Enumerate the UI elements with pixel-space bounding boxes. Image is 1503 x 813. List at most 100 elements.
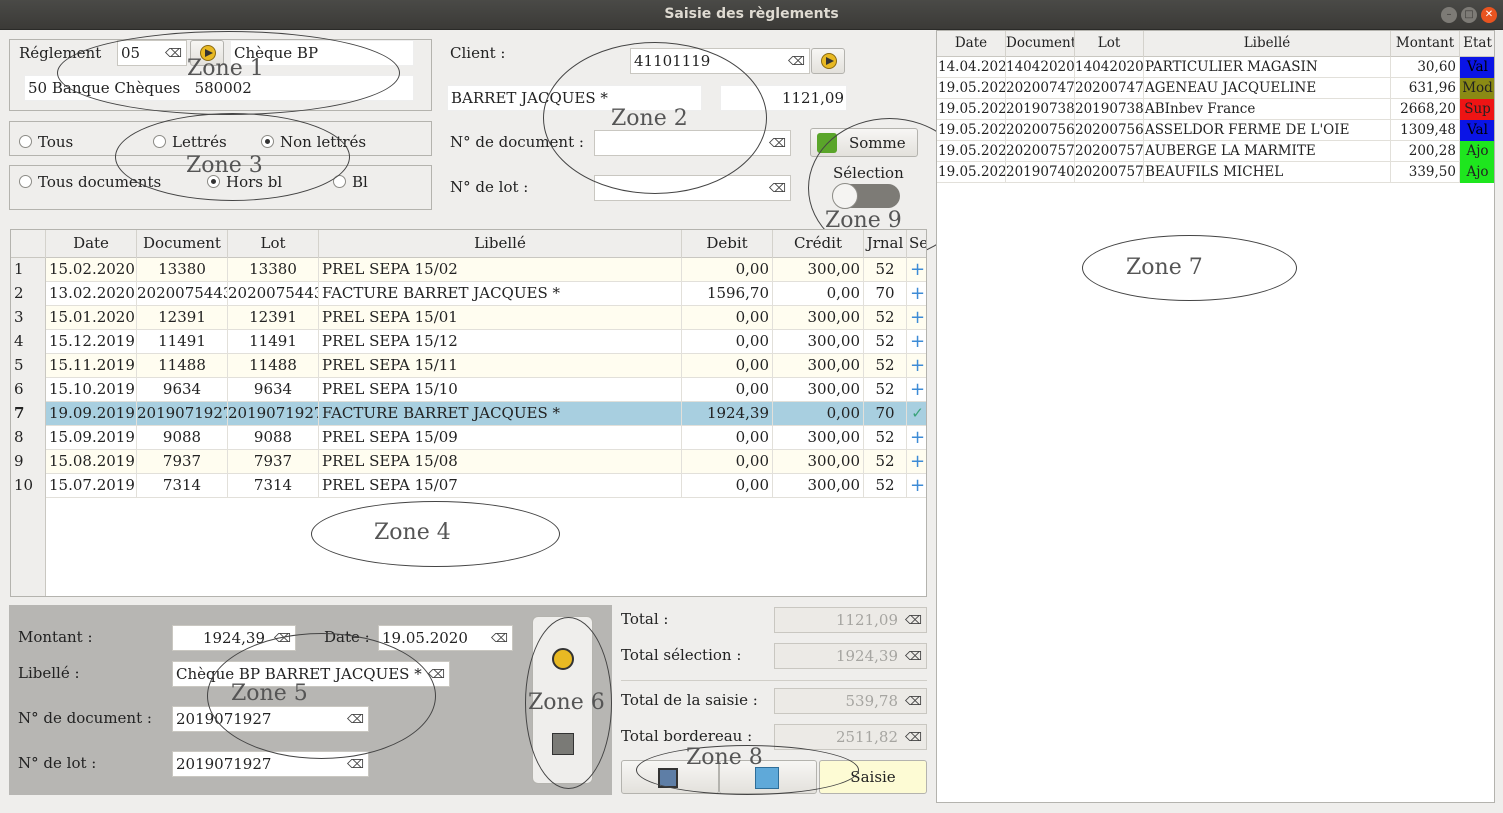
table-row[interactable]: 4 15.12.2019 11491 11491 PREL SEPA 15/12 0,00… [11,330,926,354]
save-button[interactable] [621,760,719,794]
col-lot[interactable]: Lot [228,230,319,258]
clear-icon[interactable]: ⌫ [347,752,364,776]
col-date[interactable]: Date [46,230,137,258]
add-icon[interactable]: + [907,354,926,378]
table-row[interactable]: 9 15.08.2019 7937 7937 PREL SEPA 15/08 0,00 30… [11,450,926,474]
add-icon[interactable]: + [907,282,926,306]
date-input[interactable]: 19.05.2020 ⌫ [378,625,513,651]
cell-doc: 2020075660 [1006,120,1075,141]
cell-lot: 2019071927 [228,402,319,426]
col-jrnal[interactable]: Jrnal [864,230,907,258]
libelle-input[interactable]: Chèque BP BARRET JACQUES * ⌫ [172,661,450,687]
cell-date: 15.02.2020 [46,258,137,282]
col-document[interactable]: Document [137,230,228,258]
lot-input[interactable]: 2019071927 ⌫ [172,751,369,777]
table-row[interactable]: 10 15.07.2019 7314 7314 PREL SEPA 15/07 0,00 3… [11,474,926,498]
lot-label: N° de lot : [18,754,97,772]
client-go-button[interactable] [811,48,845,74]
add-icon[interactable]: + [907,474,926,498]
add-icon[interactable]: + [907,306,926,330]
list-item[interactable]: 14.04.20201404202014042020PARTICULIER MA… [937,57,1494,78]
validate-icon[interactable] [552,648,574,670]
cell-lot: 13380 [228,258,319,282]
col-libelle[interactable]: Libellé [319,230,682,258]
maximize-button[interactable]: □ [1461,7,1477,23]
status-badge: Ajo [1460,141,1494,162]
cell-date: 15.08.2019 [46,450,137,474]
table-row[interactable]: 5 15.11.2019 11488 11488 PREL SEPA 15/11 0,00… [11,354,926,378]
list-item[interactable]: 19.05.202020200747962020074796AGENEAU JA… [937,78,1494,99]
close-button[interactable]: ✕ [1481,7,1497,23]
table-row[interactable]: 1 15.02.2020 13380 13380 PREL SEPA 15/02 0,00… [11,258,926,282]
montant-input[interactable]: 1924,39 ⌫ [172,625,296,651]
cell-doc: 2020074796 [1006,78,1075,99]
cell-lib: AUBERGE LA MARMITE [1144,141,1391,162]
clear-icon[interactable]: ⌫ [769,131,786,155]
add-icon[interactable]: + [907,426,926,450]
row-number: 6 [11,378,46,402]
table-row[interactable]: 6 15.10.2019 9634 9634 PREL SEPA 15/10 0,00 30… [11,378,926,402]
cell-jrnal: 52 [864,306,907,330]
cell-lib: PREL SEPA 15/10 [319,378,682,402]
clear-icon[interactable]: ⌫ [165,41,182,65]
cell-doc: 7937 [137,450,228,474]
radio-tous-documents[interactable]: Tous documents [19,173,161,191]
clear-icon[interactable]: ⌫ [788,49,805,73]
list-item[interactable]: 19.05.202020200756602020075660ASSELDOR F… [937,120,1494,141]
print-button[interactable] [719,760,817,794]
saisie-button[interactable]: Saisie [819,760,927,794]
col-libelle[interactable]: Libellé [1144,31,1391,57]
cell-doc: 2020075443 [137,282,228,306]
table-row[interactable]: 7 19.09.2019 2019071927 2019071927 FACTURE B… [11,402,926,426]
exit-icon[interactable] [552,733,574,755]
col-credit[interactable]: Crédit [773,230,864,258]
radio-tous[interactable]: Tous [19,133,73,151]
lot-search-input[interactable]: ⌫ [594,175,791,201]
row-number: 8 [11,426,46,450]
add-icon[interactable]: + [907,378,926,402]
col-debit[interactable]: Debit [682,230,773,258]
radio-non-lettres[interactable]: Non lettrés [261,133,366,151]
window-title: Saisie des règlements [664,6,839,22]
minimize-button[interactable]: – [1441,7,1457,23]
document-input[interactable]: 2019071927 ⌫ [172,706,369,732]
clear-icon[interactable]: ⌫ [428,662,445,686]
col-montant[interactable]: Montant [1391,31,1460,57]
list-item[interactable]: 19.05.202020200757282020075728AUBERGE LA… [937,141,1494,162]
add-icon[interactable]: + [907,450,926,474]
check-icon[interactable]: ✓ [907,402,926,426]
list-item[interactable]: 19.05.202020190740092020075770BEAUFILS M… [937,162,1494,183]
row-number: 2 [11,282,46,306]
add-icon[interactable]: + [907,258,926,282]
col-document[interactable]: Document [1006,31,1075,57]
clear-icon[interactable]: ⌫ [769,176,786,200]
reglement-code-input[interactable]: 05 ⌫ [117,40,187,66]
clear-icon[interactable]: ⌫ [274,626,291,650]
radio-lettres[interactable]: Lettrés [153,133,227,151]
cell-credit: 0,00 [773,282,864,306]
list-item[interactable]: 19.05.202020190738482019073848ABInbev Fr… [937,99,1494,120]
table-row[interactable]: 3 15.01.2020 12391 12391 PREL SEPA 15/01 0,00… [11,306,926,330]
client-code-input[interactable]: 41101119 ⌫ [630,48,810,74]
cell-lib: FACTURE BARRET JACQUES * [319,282,682,306]
table-row[interactable]: 8 15.09.2019 9088 9088 PREL SEPA 15/09 0,00 30… [11,426,926,450]
radio-hors-bl[interactable]: Hors bl [207,173,282,191]
row-number: 5 [11,354,46,378]
radio-bl[interactable]: Bl [333,173,368,191]
reglement-go-button[interactable] [190,40,224,66]
cell-montant: 339,50 [1391,162,1460,183]
clear-icon[interactable]: ⌫ [347,707,364,731]
col-etat[interactable]: Etat [1460,31,1494,57]
somme-button[interactable]: Somme [810,128,918,157]
clear-icon[interactable]: ⌫ [491,626,508,650]
col-sel[interactable]: Sel [907,230,926,258]
selection-toggle[interactable] [832,183,900,209]
doc-search-input[interactable]: ⌫ [594,130,791,156]
libelle-label: Libellé : [18,664,80,682]
table-row[interactable]: 2 13.02.2020 2020075443 2020075443 FACTURE B… [11,282,926,306]
cell-montant: 30,60 [1391,57,1460,78]
add-icon[interactable]: + [907,330,926,354]
col-lot[interactable]: Lot [1075,31,1144,57]
cell-lib: FACTURE BARRET JACQUES * [319,402,682,426]
col-date[interactable]: Date [937,31,1006,57]
